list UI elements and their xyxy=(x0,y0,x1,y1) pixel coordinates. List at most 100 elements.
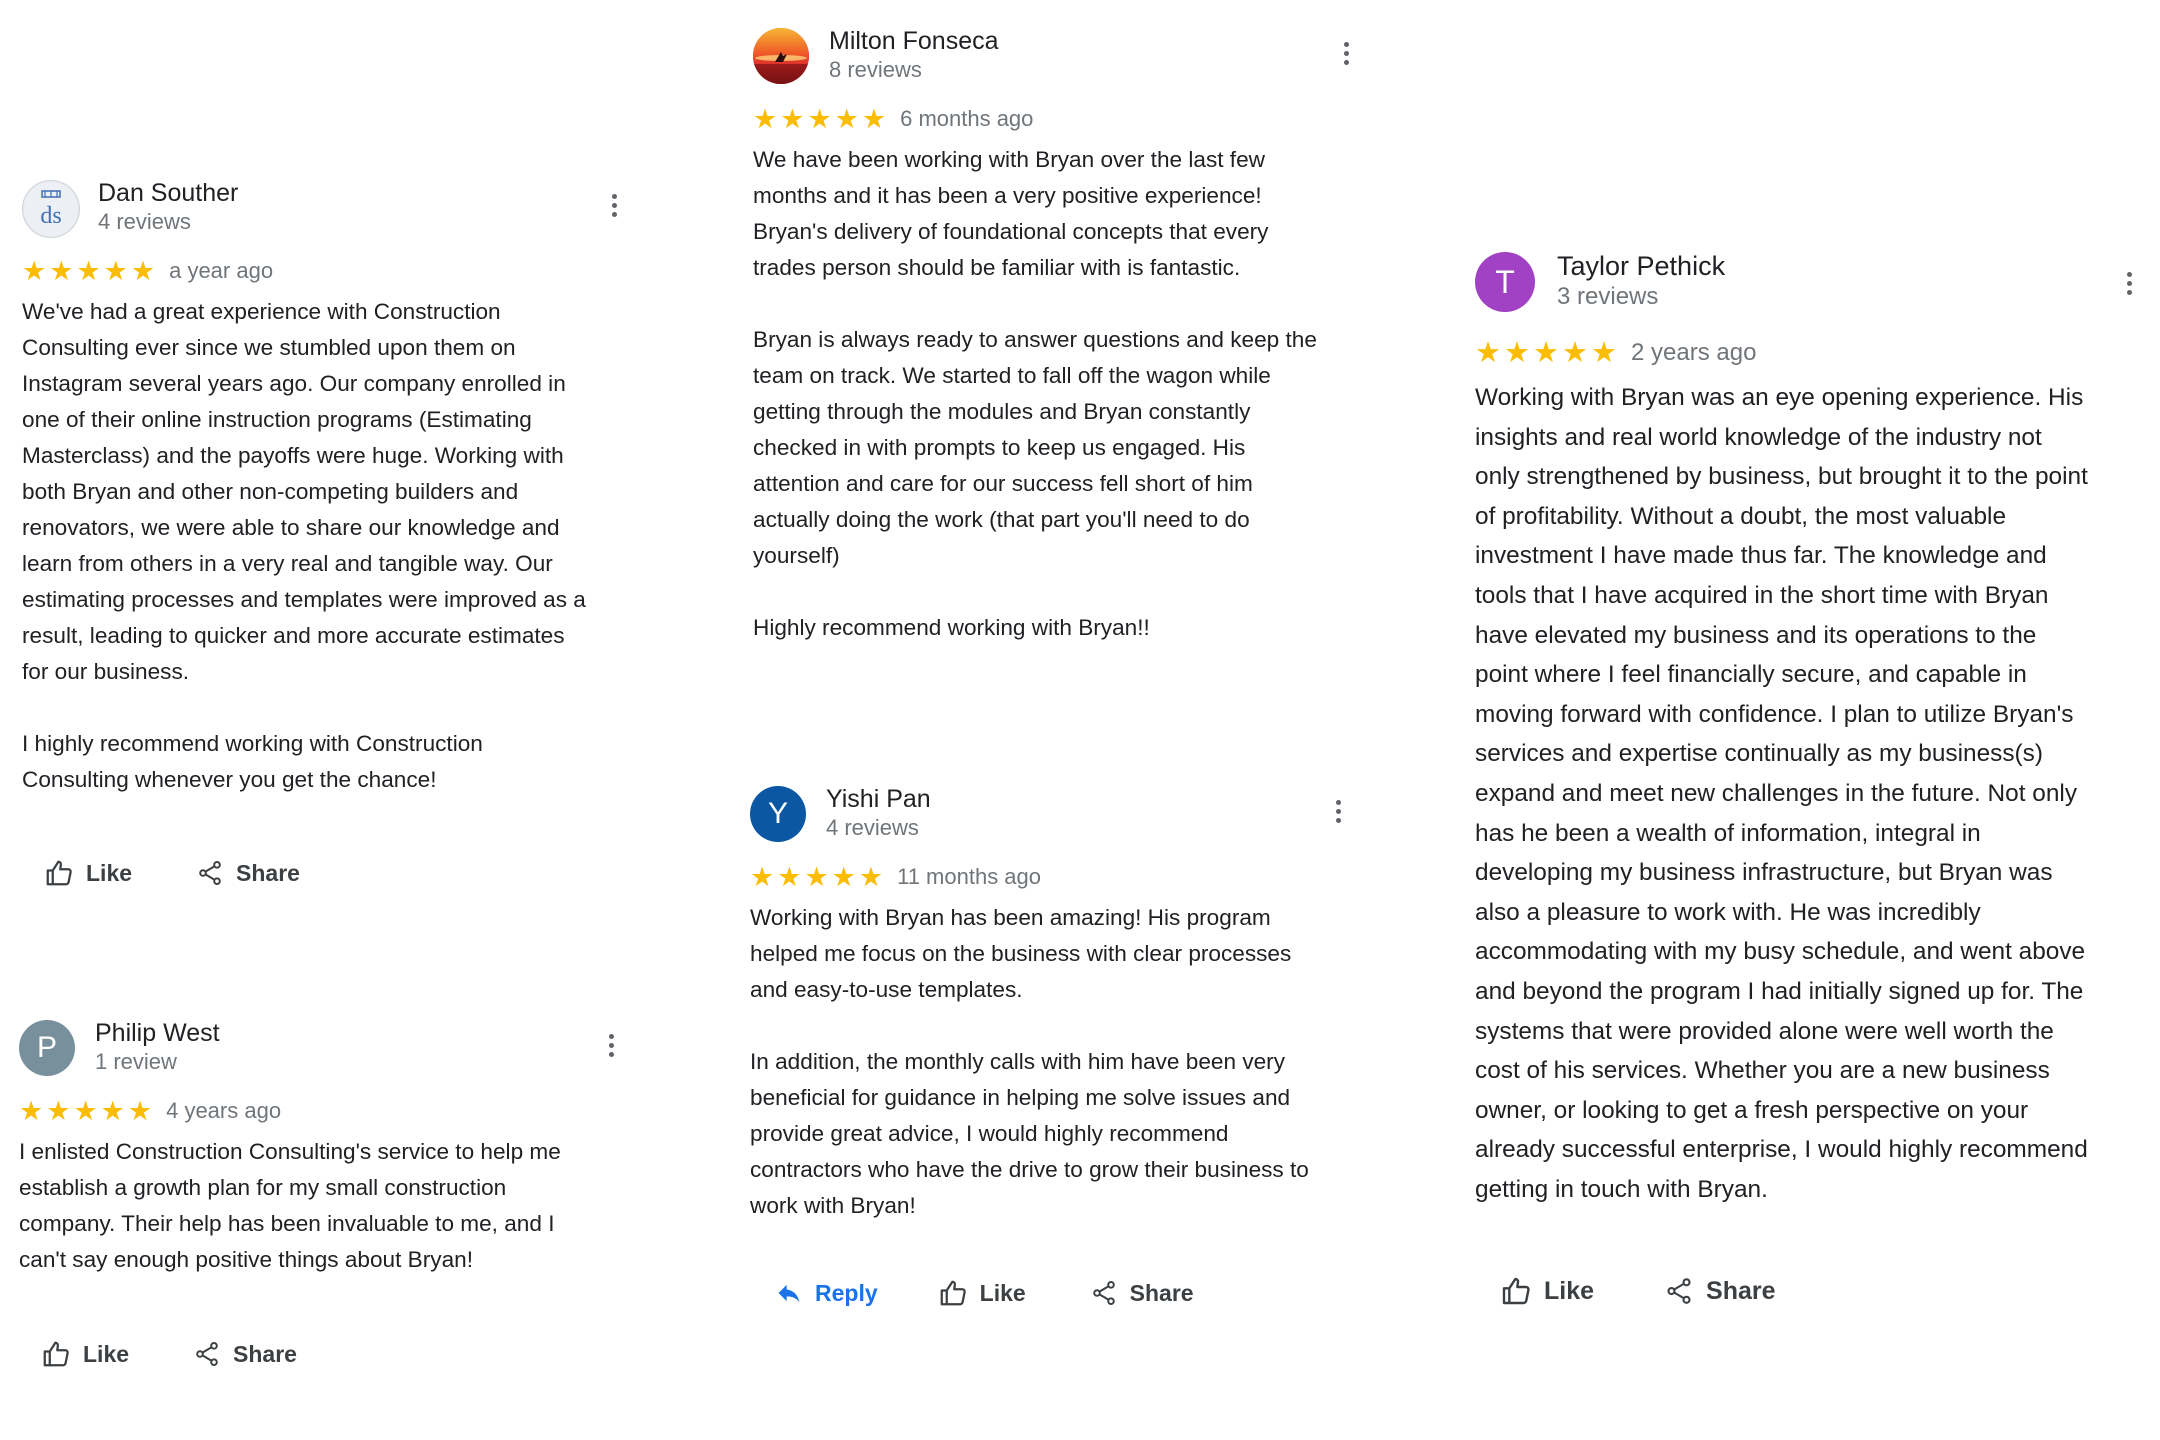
review-actions: Reply Like Share xyxy=(775,1278,1194,1308)
star-icon: ★ xyxy=(834,103,859,134)
share-button[interactable]: Share xyxy=(1664,1276,1776,1306)
more-options-icon[interactable] xyxy=(1338,38,1354,69)
svg-text:ds: ds xyxy=(40,203,61,229)
review-count: 3 reviews xyxy=(1557,283,1659,310)
share-icon xyxy=(1667,1278,1691,1304)
review-card: T Taylor Pethick 3 reviews ★ ★ ★ ★ ★ 2 years… xyxy=(1475,244,2155,1209)
share-label: Share xyxy=(233,1340,297,1367)
profile-photo-icon xyxy=(753,28,809,84)
share-button[interactable]: Share xyxy=(1090,1279,1194,1307)
review-text: We have been working with Bryan over the… xyxy=(753,147,1317,640)
review-actions: Like Share xyxy=(1500,1275,1776,1307)
star-icon: ★ xyxy=(22,255,47,286)
author-info: Dan Souther 4 reviews xyxy=(98,178,238,236)
share-button[interactable]: Share xyxy=(196,859,300,887)
review-card: Milton Fonseca 8 reviews ★ ★ ★ ★ ★ 6 months … xyxy=(753,20,1373,646)
review-actions: Like Share xyxy=(44,858,300,888)
avatar-initial: P xyxy=(36,1031,57,1064)
review-count: 4 reviews xyxy=(826,815,919,840)
thumbs-up-icon xyxy=(1502,1277,1530,1305)
star-icon: ★ xyxy=(831,861,856,892)
avatar-initial: Y xyxy=(767,797,788,830)
like-label: Like xyxy=(979,1279,1026,1306)
like-button[interactable]: Like xyxy=(41,1339,129,1369)
review-time: 2 years ago xyxy=(1631,339,1757,366)
reply-label: Reply xyxy=(815,1279,878,1306)
review-card: ds Dan Souther 4 reviews ★ ★ ★ ★ ★ a year ag… xyxy=(22,172,642,798)
star-icon: ★ xyxy=(753,103,778,134)
avatar-initial: T xyxy=(1495,263,1515,300)
more-options-icon[interactable] xyxy=(1330,796,1346,827)
star-icon: ★ xyxy=(807,103,832,134)
more-options-icon[interactable] xyxy=(603,1030,619,1061)
review-time: 11 months ago xyxy=(897,864,1042,889)
author-info: Philip West 1 review xyxy=(95,1018,220,1076)
star-icon: ★ xyxy=(1475,336,1501,369)
rating-row: ★ ★ ★ ★ ★ 11 months ago xyxy=(750,860,1370,894)
avatar[interactable] xyxy=(753,28,809,84)
rating-row: ★ ★ ★ ★ ★ 4 years ago xyxy=(19,1094,639,1128)
thumbs-up-icon xyxy=(940,1280,966,1306)
star-icon: ★ xyxy=(1562,336,1588,369)
share-icon xyxy=(1092,1281,1115,1305)
avatar[interactable]: Y xyxy=(750,786,806,842)
star-icon: ★ xyxy=(777,861,802,892)
review-header: ds Dan Souther 4 reviews xyxy=(22,172,642,252)
review-card: Y Yishi Pan 4 reviews ★ ★ ★ ★ ★ 11 months ag… xyxy=(750,778,1370,1224)
author-info: Taylor Pethick 3 reviews xyxy=(1557,250,1725,312)
star-rating: ★ ★ ★ ★ ★ xyxy=(22,255,156,286)
share-button[interactable]: Share xyxy=(193,1340,297,1368)
rating-row: ★ ★ ★ ★ ★ a year ago xyxy=(22,254,642,288)
star-icon: ★ xyxy=(100,1095,125,1126)
review-text: We've had a great experience with Constr… xyxy=(22,299,586,792)
review-time: a year ago xyxy=(169,258,274,283)
like-button[interactable]: Like xyxy=(44,858,132,888)
star-icon: ★ xyxy=(1591,336,1617,369)
review-header: Milton Fonseca 8 reviews xyxy=(753,20,1373,100)
reviewer-name[interactable]: Milton Fonseca xyxy=(829,26,999,56)
avatar[interactable]: T xyxy=(1475,252,1535,312)
star-icon: ★ xyxy=(1533,336,1559,369)
share-icon xyxy=(199,861,221,885)
star-icon: ★ xyxy=(780,103,805,134)
star-icon: ★ xyxy=(130,255,156,286)
share-label: Share xyxy=(236,859,300,886)
star-rating: ★ ★ ★ ★ ★ xyxy=(19,1095,153,1126)
star-icon: ★ xyxy=(73,1095,98,1126)
star-icon: ★ xyxy=(861,103,887,134)
review-header: P Philip West 1 review xyxy=(19,1012,639,1092)
review-count: 4 reviews xyxy=(98,209,191,234)
share-icon xyxy=(196,1342,218,1366)
thumbs-up-icon xyxy=(43,1341,69,1367)
star-icon: ★ xyxy=(804,861,829,892)
more-options-icon[interactable] xyxy=(606,190,622,221)
author-info: Yishi Pan 4 reviews xyxy=(826,784,931,842)
review-text: Working with Bryan has been amazing! His… xyxy=(750,905,1309,1218)
review-header: Y Yishi Pan 4 reviews xyxy=(750,778,1370,858)
star-icon: ★ xyxy=(46,1095,71,1126)
share-label: Share xyxy=(1706,1276,1776,1305)
like-button[interactable]: Like xyxy=(1500,1275,1594,1307)
thumbs-up-icon xyxy=(46,860,72,886)
reviewer-name[interactable]: Yishi Pan xyxy=(826,784,931,814)
review-actions: Like Share xyxy=(41,1339,297,1369)
like-label: Like xyxy=(1544,1276,1595,1305)
review-time: 4 years ago xyxy=(166,1098,282,1123)
more-options-icon[interactable] xyxy=(2121,268,2137,299)
like-button[interactable]: Like xyxy=(938,1278,1026,1308)
star-icon: ★ xyxy=(750,861,775,892)
reviewer-name[interactable]: Dan Souther xyxy=(98,178,238,208)
author-info: Milton Fonseca 8 reviews xyxy=(829,26,999,84)
review-text: Working with Bryan was an eye opening ex… xyxy=(1475,384,2088,1203)
avatar[interactable]: P xyxy=(19,1020,75,1076)
reviewer-name[interactable]: Taylor Pethick xyxy=(1557,250,1725,282)
star-icon: ★ xyxy=(103,255,128,286)
reply-button[interactable]: Reply xyxy=(775,1279,878,1307)
star-icon: ★ xyxy=(127,1095,153,1126)
reviewer-name[interactable]: Philip West xyxy=(95,1018,220,1048)
avatar[interactable]: ds xyxy=(22,180,80,238)
review-card: P Philip West 1 review ★ ★ ★ ★ ★ 4 years ago… xyxy=(19,1012,639,1278)
star-rating: ★ ★ ★ ★ ★ xyxy=(753,103,887,134)
review-count: 8 reviews xyxy=(829,57,922,82)
like-label: Like xyxy=(86,859,133,886)
